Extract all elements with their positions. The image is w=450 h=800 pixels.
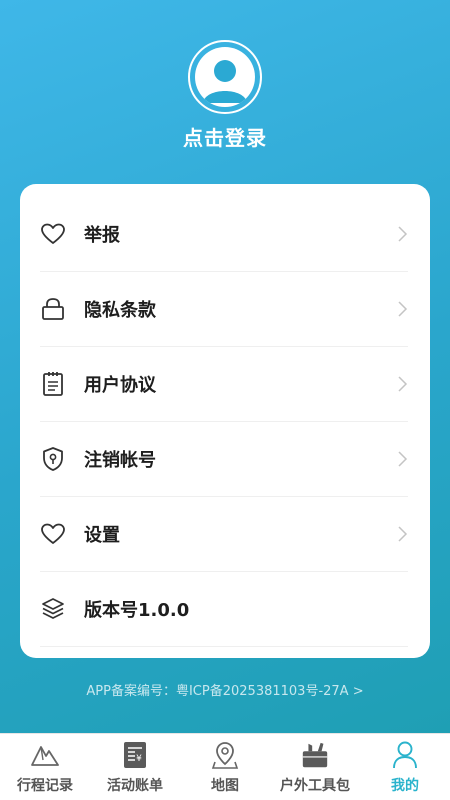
menu-item-user-agreement[interactable]: 用户协议 [40, 347, 408, 422]
tab-mine[interactable]: 我的 [360, 734, 450, 800]
shield-icon [40, 446, 66, 472]
menu-item-label: 注销帐号 [84, 450, 156, 471]
menu-item-label: 隐私条款 [84, 300, 156, 321]
tab-label: 户外工具包 [280, 778, 350, 794]
icp-record-link[interactable]: APP备案编号：粤ICP备2025381103号-27A > [0, 680, 450, 699]
menu-item-delete-account[interactable]: 注销帐号 [40, 422, 408, 497]
chevron-right-icon [396, 300, 408, 318]
menu-card: 举报 隐私条款 用户协议 注销帐号 设置 版本号1.0.0 [20, 184, 430, 658]
menu-item-settings[interactable]: 设置 [40, 497, 408, 572]
svg-text:¥: ¥ [136, 754, 142, 764]
menu-item-label: 设置 [84, 525, 120, 546]
chevron-right-icon [396, 225, 408, 243]
bill-icon: ¥ [120, 740, 150, 770]
lock-icon [40, 296, 66, 322]
chevron-right-icon [396, 450, 408, 468]
tab-label: 活动账单 [107, 778, 163, 794]
clipboard-icon [40, 371, 66, 397]
tab-map[interactable]: 地图 [180, 734, 270, 800]
mountain-icon [30, 740, 60, 770]
tab-label: 地图 [211, 778, 239, 794]
tab-label: 我的 [391, 778, 419, 794]
chevron-right-icon [396, 375, 408, 393]
menu-item-label: 举报 [84, 225, 120, 246]
tab-trip-records[interactable]: 行程记录 [0, 734, 90, 800]
user-icon [390, 740, 420, 770]
tab-activity-bills[interactable]: ¥ 活动账单 [90, 734, 180, 800]
menu-item-report[interactable]: 举报 [40, 197, 408, 272]
toolbox-icon [300, 740, 330, 770]
heart-icon [40, 521, 66, 547]
layers-icon [40, 596, 66, 622]
map-pin-icon [210, 740, 240, 770]
menu-item-version: 版本号1.0.0 [40, 572, 408, 647]
menu-item-privacy[interactable]: 隐私条款 [40, 272, 408, 347]
login-link[interactable]: 点击登录 [0, 122, 450, 151]
bottom-tab-bar: 行程记录 ¥ 活动账单 地图 户外工具包 我的 [0, 733, 450, 800]
tab-outdoor-toolkit[interactable]: 户外工具包 [270, 734, 360, 800]
heart-icon [40, 221, 66, 247]
tab-label: 行程记录 [17, 778, 73, 794]
menu-item-label: 用户协议 [84, 375, 156, 396]
avatar[interactable] [188, 40, 262, 114]
user-avatar-icon [195, 47, 255, 107]
chevron-right-icon [396, 525, 408, 543]
version-label: 版本号1.0.0 [84, 600, 190, 621]
